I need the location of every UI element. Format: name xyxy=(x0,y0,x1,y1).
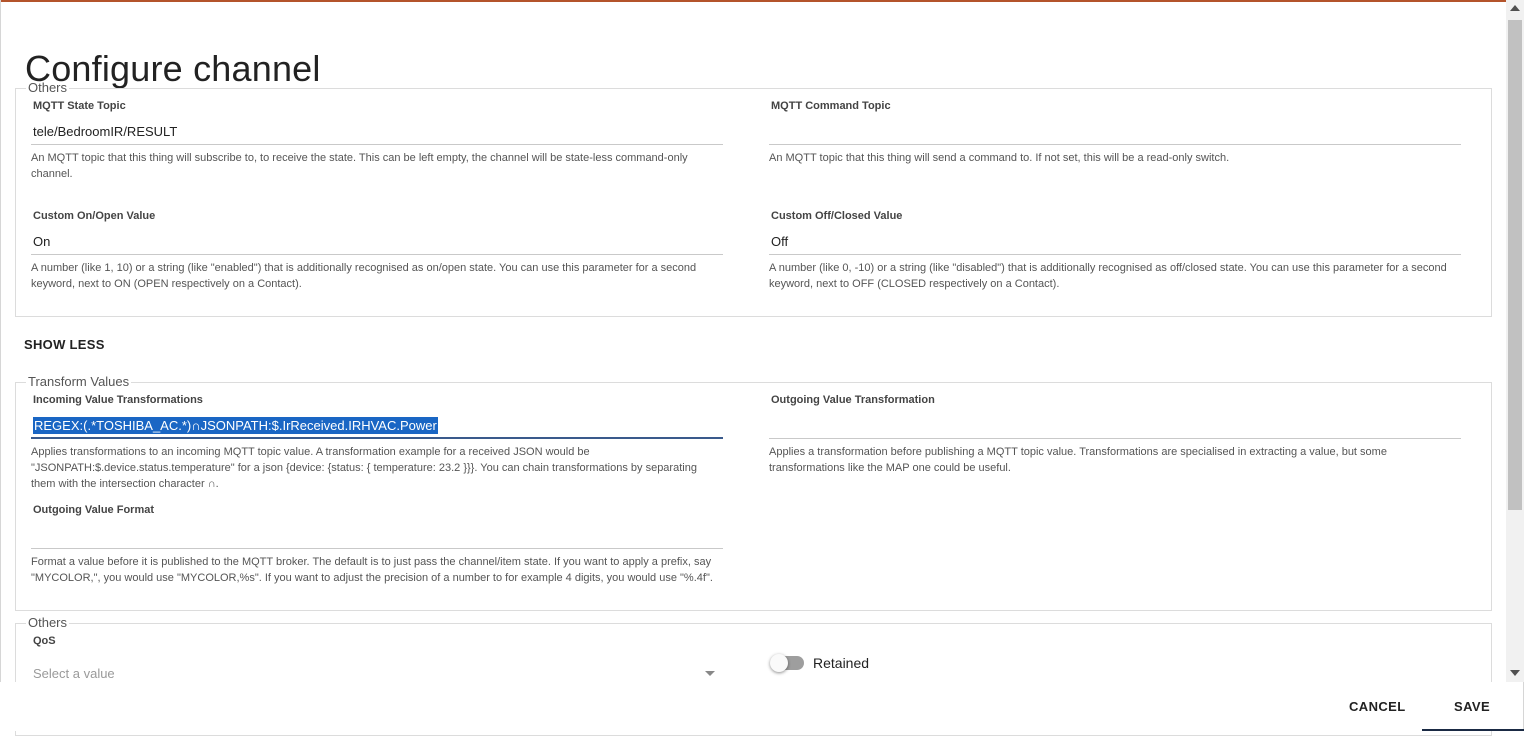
scroll-up-arrow-icon[interactable] xyxy=(1510,5,1520,11)
mqtt-state-topic-label: MQTT State Topic xyxy=(33,100,126,112)
outgoing-format-label: Outgoing Value Format xyxy=(33,504,155,516)
custom-on-value-hint: A number (like 1, 10) or a string (like … xyxy=(31,262,697,290)
qos-placeholder: Select a value xyxy=(33,666,115,681)
outgoing-transform-hint: Applies a transformation before publishi… xyxy=(769,446,1387,474)
transform-values-legend: Transform Values xyxy=(28,374,130,389)
outgoing-transform-input[interactable] xyxy=(769,414,1461,439)
retained-label: Retained xyxy=(813,655,870,671)
outgoing-format-hint: Format a value before it is published to… xyxy=(31,556,713,584)
mqtt-state-topic-hint: An MQTT topic that this thing will subsc… xyxy=(31,152,688,180)
mqtt-command-topic-hint: An MQTT topic that this thing will send … xyxy=(769,152,1230,164)
mqtt-state-topic-input[interactable]: tele/BedroomIR/RESULT xyxy=(31,120,723,145)
custom-off-value-input[interactable]: Off xyxy=(769,230,1461,255)
custom-off-value-hint: A number (like 0, -10) or a string (like… xyxy=(769,262,1447,290)
retained-toggle-knob xyxy=(770,654,788,672)
custom-off-value-label: Custom Off/Closed Value xyxy=(771,210,903,222)
show-less-button[interactable]: SHOW LESS xyxy=(24,337,105,352)
incoming-transform-hint: Applies transformations to an incoming M… xyxy=(31,446,697,490)
others-legend-top: Others xyxy=(28,80,68,95)
scrollbar-thumb[interactable] xyxy=(1508,20,1522,510)
incoming-transform-label: Incoming Value Transformations xyxy=(33,394,203,406)
cancel-button[interactable]: CANCEL xyxy=(1349,699,1406,714)
dialog-footer xyxy=(0,682,1506,731)
top-accent-line xyxy=(0,0,1524,2)
chevron-down-icon xyxy=(705,671,715,676)
vertical-scrollbar[interactable] xyxy=(1506,0,1524,682)
outgoing-format-input[interactable] xyxy=(31,524,723,549)
incoming-transform-selected-text: REGEX:(.*TOSHIBA_AC.*)∩JSONPATH:$.IrRece… xyxy=(33,417,438,434)
custom-on-value-input[interactable]: On xyxy=(31,230,723,255)
save-button[interactable]: SAVE xyxy=(1454,699,1490,714)
incoming-transform-input[interactable]: REGEX:(.*TOSHIBA_AC.*)∩JSONPATH:$.IrRece… xyxy=(31,414,723,439)
mqtt-command-topic-label: MQTT Command Topic xyxy=(771,100,891,112)
custom-on-value-label: Custom On/Open Value xyxy=(33,210,156,222)
outgoing-transform-label: Outgoing Value Transformation xyxy=(771,394,935,406)
mqtt-command-topic-input[interactable] xyxy=(769,120,1461,145)
scroll-down-arrow-icon[interactable] xyxy=(1510,670,1520,676)
others-legend-bottom: Others xyxy=(28,615,68,630)
retained-toggle[interactable]: Retained xyxy=(770,654,910,672)
qos-label: QoS xyxy=(33,635,56,647)
